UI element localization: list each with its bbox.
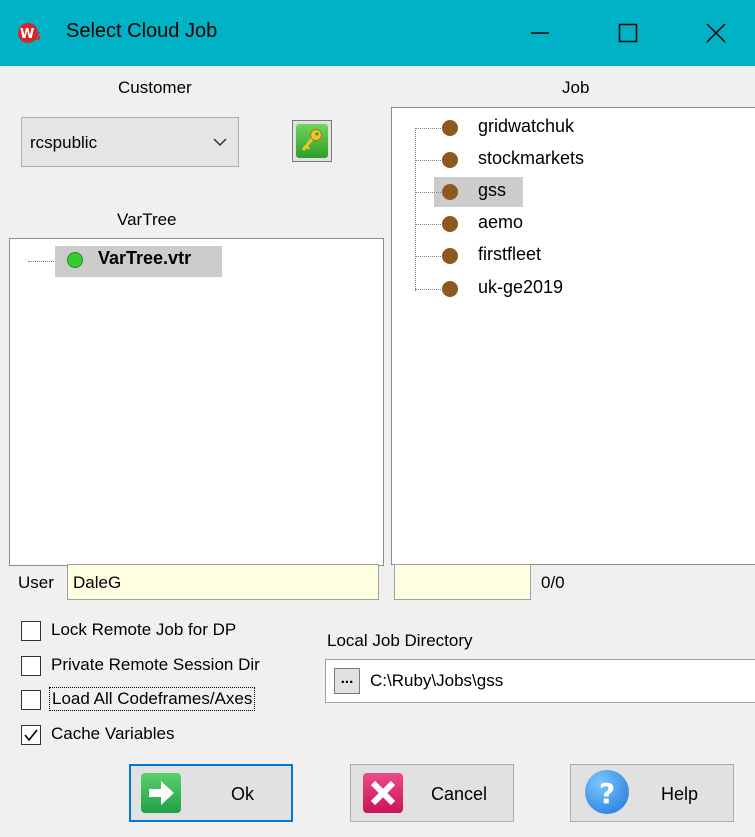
- tree-connector: [415, 289, 441, 290]
- window-title: Select Cloud Job: [66, 20, 218, 42]
- x-icon: [363, 773, 403, 813]
- maximize-icon: [618, 23, 638, 43]
- load-codeframes-label[interactable]: Load All Codeframes/Axes: [49, 687, 256, 711]
- tree-connector: [415, 128, 416, 291]
- tree-connector: [415, 128, 441, 129]
- job-panel[interactable]: gridwatchuk stockmarkets gss aemo firstf…: [391, 107, 755, 565]
- job-item[interactable]: uk-ge2019: [478, 277, 563, 298]
- local-dir-value: C:\Ruby\Jobs\gss: [370, 671, 504, 690]
- cache-variables-label[interactable]: Cache Variables: [51, 724, 174, 744]
- title-bar[interactable]: W S Select Cloud Job: [0, 0, 755, 66]
- job-dot-icon: [442, 281, 458, 297]
- cancel-button-label: Cancel: [431, 784, 488, 804]
- key-icon: [301, 129, 322, 151]
- private-session-checkbox[interactable]: [21, 656, 41, 676]
- job-dot-icon: [442, 152, 458, 168]
- load-codeframes-checkbox[interactable]: [21, 690, 41, 710]
- ok-button[interactable]: Ok: [129, 764, 293, 822]
- svg-text:S: S: [33, 30, 41, 43]
- job-item[interactable]: aemo: [478, 212, 523, 233]
- vartree-heading: VarTree: [117, 210, 177, 229]
- customer-heading: Customer: [118, 78, 192, 97]
- minimize-icon: [531, 32, 549, 34]
- user-field-value: DaleG: [73, 573, 122, 592]
- vartree-item[interactable]: VarTree.vtr: [98, 248, 191, 269]
- tree-connector: [415, 160, 441, 161]
- job-item[interactable]: gss: [478, 180, 506, 201]
- svg-text:?: ?: [599, 777, 615, 810]
- counter-field[interactable]: [394, 564, 531, 600]
- key-button[interactable]: [292, 120, 332, 162]
- browse-button[interactable]: ...: [334, 668, 360, 694]
- user-field[interactable]: DaleG: [67, 564, 379, 600]
- lock-remote-job-label[interactable]: Lock Remote Job for DP: [51, 620, 236, 640]
- lock-remote-job-checkbox[interactable]: [21, 621, 41, 641]
- customer-select-value: rcspublic: [30, 133, 98, 152]
- help-question-icon: ?: [585, 770, 629, 814]
- ok-button-label: Ok: [231, 784, 255, 804]
- user-label: User: [18, 573, 54, 592]
- tree-connector: [415, 256, 441, 257]
- arrow-right-icon: [141, 773, 181, 813]
- local-dir-field[interactable]: ... C:\Ruby\Jobs\gss: [325, 659, 755, 703]
- job-item[interactable]: firstfleet: [478, 244, 541, 265]
- tree-connector: [415, 224, 441, 225]
- job-dot-icon: [442, 248, 458, 264]
- close-icon: [706, 23, 726, 43]
- job-dot-icon: [442, 216, 458, 232]
- job-dot-icon: [442, 120, 458, 136]
- checkmark-icon: [24, 729, 38, 742]
- job-item[interactable]: gridwatchuk: [478, 116, 574, 137]
- private-session-label[interactable]: Private Remote Session Dir: [51, 655, 260, 675]
- job-dot-icon: [442, 184, 458, 200]
- help-button[interactable]: ? Help: [570, 764, 734, 822]
- cancel-button[interactable]: Cancel: [350, 764, 514, 822]
- tree-connector: [415, 192, 441, 193]
- vartree-panel[interactable]: VarTree.vtr: [9, 238, 384, 566]
- cache-variables-checkbox[interactable]: [21, 725, 41, 745]
- job-item[interactable]: stockmarkets: [478, 148, 584, 169]
- maximize-button[interactable]: [594, 0, 662, 66]
- counter-text: 0/0: [541, 573, 565, 592]
- customer-select[interactable]: rcspublic: [21, 117, 239, 167]
- status-dot-green-icon: [67, 252, 83, 268]
- local-dir-label: Local Job Directory: [327, 631, 473, 650]
- chevron-down-icon: [213, 138, 227, 147]
- job-heading: Job: [562, 78, 590, 97]
- help-button-label: Help: [661, 784, 699, 804]
- close-button[interactable]: [682, 0, 750, 66]
- wps-logo-icon: W S: [18, 23, 41, 43]
- minimize-button[interactable]: [506, 0, 574, 66]
